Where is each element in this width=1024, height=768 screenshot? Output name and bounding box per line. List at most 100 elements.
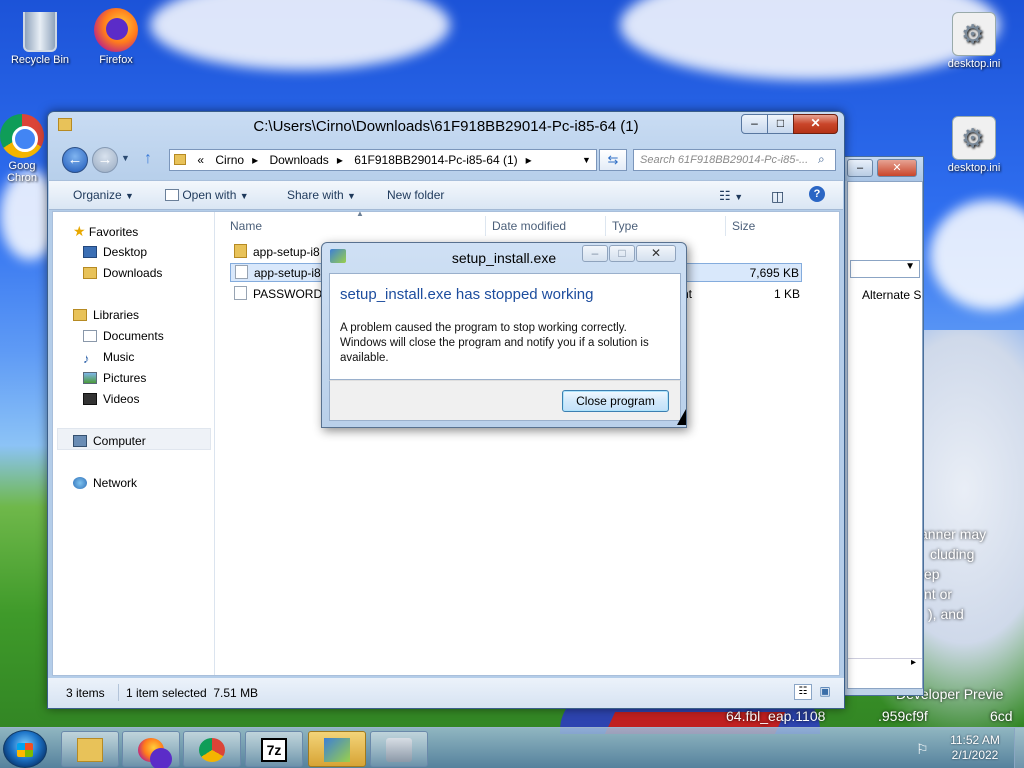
close-program-button[interactable]: Close program xyxy=(562,390,669,412)
minimize-button[interactable]: – xyxy=(847,159,873,177)
up-button[interactable]: ↑ xyxy=(144,150,152,168)
chevron-down-icon: ▼ xyxy=(347,191,356,201)
nav-documents[interactable]: Documents xyxy=(83,327,164,345)
nav-computer[interactable]: Computer xyxy=(73,432,146,450)
navigation-pane: ★ Favorites Desktop Downloads Libraries … xyxy=(53,212,215,675)
column-header-date-modified[interactable]: Date modified xyxy=(488,216,606,236)
close-button[interactable]: ✕ xyxy=(793,114,838,134)
start-button[interactable] xyxy=(3,730,47,768)
desktop-icon-chrome[interactable]: Goog Chron xyxy=(0,114,48,184)
window-title-bar[interactable]: – ✕ xyxy=(843,157,923,181)
taskbar: 7z ⚐ 11:52 AM 2/1/2022 xyxy=(0,727,1024,768)
show-desktop-button[interactable] xyxy=(1014,728,1024,768)
taskbar-explorer[interactable] xyxy=(61,731,119,767)
status-selection: 1 item selected 7.51 MB xyxy=(126,686,259,700)
music-icon: ♪ xyxy=(83,351,90,366)
nav-pictures[interactable]: Pictures xyxy=(83,369,146,387)
back-button[interactable]: ← xyxy=(62,147,88,173)
chevron-down-icon: ▼ xyxy=(125,191,134,201)
nav-label: Favorites xyxy=(88,225,139,239)
close-icon: ✕ xyxy=(650,246,662,260)
error-dialog[interactable]: setup_install.exe – □ ✕ setup_install.ex… xyxy=(321,242,687,428)
network-tray-icon[interactable]: ⚐ xyxy=(916,741,929,758)
address-dropdown-icon[interactable]: ▼ xyxy=(582,150,591,170)
chrome-icon xyxy=(0,114,44,158)
7zip-icon: 7z xyxy=(261,738,287,762)
recent-pages-button[interactable]: ▼ xyxy=(121,153,130,163)
search-input[interactable]: Search 61F918BB29014-Pc-i85-... xyxy=(633,149,836,171)
address-bar[interactable]: « Cirno ▸ Downloads ▸ 61F918BB29014-Pc-i85… xyxy=(169,149,597,171)
column-header[interactable]: Alternate S xyxy=(862,288,921,302)
wallpaper-text: anner may xyxy=(920,526,987,542)
help-button[interactable]: ? xyxy=(809,186,825,202)
view-options-button[interactable]: ☷ ▼ xyxy=(719,188,743,204)
file-name: app-setup-i8 xyxy=(253,245,320,259)
videos-icon xyxy=(83,393,97,405)
taskbar-7zip[interactable]: 7z xyxy=(245,731,303,767)
refresh-button[interactable]: ⇆ xyxy=(599,149,627,171)
forward-button[interactable]: → xyxy=(92,147,118,173)
desktop-icon-label: Recycle Bin xyxy=(10,54,70,66)
breadcrumb-separator-icon[interactable]: ▸ xyxy=(526,153,532,167)
breadcrumb-downloads[interactable]: Downloads xyxy=(269,153,328,167)
column-header-name[interactable]: Name xyxy=(226,216,486,236)
dropdown[interactable]: ▼ xyxy=(850,260,920,278)
nav-music[interactable]: ♪ Music xyxy=(83,348,134,366)
breadcrumb-current-folder[interactable]: 61F918BB29014-Pc-i85-64 (1) xyxy=(354,153,517,167)
maximize-button[interactable]: □ xyxy=(767,114,794,134)
preview-pane-button[interactable]: ◫ xyxy=(771,188,784,205)
details-view-icon: ☷ xyxy=(798,686,808,697)
wallpaper-text: 64.fbl_eap.1108 xyxy=(726,708,826,724)
nav-downloads[interactable]: Downloads xyxy=(83,264,162,282)
scroll-right-icon[interactable]: ▸ xyxy=(911,657,916,668)
new-folder-button[interactable]: New folder xyxy=(387,188,444,202)
desktop-icon-firefox[interactable]: Firefox xyxy=(80,8,152,66)
close-button[interactable]: ✕ xyxy=(877,159,917,177)
wallpaper-text: .959cf9f xyxy=(878,708,928,724)
nav-network[interactable]: Network xyxy=(73,474,137,492)
details-view-button[interactable]: ☷ xyxy=(794,684,812,700)
search-icon: ⌕ xyxy=(818,152,825,166)
cloud xyxy=(150,0,450,70)
error-message: A problem caused the program to stop wor… xyxy=(340,322,649,364)
nav-libraries[interactable]: Libraries xyxy=(73,306,139,324)
desktop-icon-desktop-ini[interactable]: desktop.ini xyxy=(938,116,1010,174)
taskbar-chrome[interactable] xyxy=(183,731,241,767)
nav-label: Pictures xyxy=(103,371,147,385)
status-divider xyxy=(118,684,119,701)
taskbar-firefox[interactable] xyxy=(122,731,180,768)
share-with-button[interactable]: Share with ▼ xyxy=(287,188,356,202)
column-header-type[interactable]: Type xyxy=(608,216,726,236)
background-window[interactable]: – ✕ ▼ Alternate S ▸ xyxy=(842,156,924,696)
open-with-button[interactable]: Open with ▼ xyxy=(165,188,249,202)
nav-videos[interactable]: Videos xyxy=(83,390,139,408)
close-button[interactable]: ✕ xyxy=(636,245,676,262)
clock[interactable]: 11:52 AM 2/1/2022 xyxy=(940,733,1010,763)
documents-icon xyxy=(83,330,97,342)
computer-icon xyxy=(73,435,87,447)
wallpaper-text: nt or xyxy=(924,586,953,602)
column-header-size[interactable]: Size xyxy=(728,216,808,236)
folder-icon xyxy=(174,154,186,165)
minimize-button: – xyxy=(582,245,608,262)
breadcrumb-separator-icon[interactable]: ▸ xyxy=(337,153,343,167)
desktop-icon-recycle-bin[interactable]: Recycle Bin xyxy=(4,8,76,66)
window-content: ▼ Alternate S ▸ xyxy=(847,181,923,689)
setup-icon xyxy=(324,738,350,762)
desktop-icon-desktop-ini[interactable]: desktop.ini xyxy=(938,12,1010,70)
firefox-icon xyxy=(138,738,172,768)
nav-desktop[interactable]: Desktop xyxy=(83,243,147,261)
breadcrumb-cirno[interactable]: Cirno xyxy=(215,153,244,167)
minimize-button[interactable]: – xyxy=(741,114,768,134)
nav-favorites[interactable]: ★ Favorites xyxy=(73,222,138,240)
wallpaper-text: ep xyxy=(924,566,940,582)
chevron-down-icon: ▼ xyxy=(239,191,249,201)
organize-button[interactable]: Organize ▼ xyxy=(73,188,134,202)
large-icons-view-button[interactable]: ▣ xyxy=(816,684,834,700)
firefox-icon xyxy=(94,8,138,52)
horizontal-scrollbar[interactable]: ▸ xyxy=(848,657,922,672)
address-overflow[interactable]: « xyxy=(197,153,204,167)
taskbar-setup-active[interactable] xyxy=(308,731,366,767)
breadcrumb-separator-icon[interactable]: ▸ xyxy=(252,153,258,167)
taskbar-installer[interactable] xyxy=(370,731,428,767)
